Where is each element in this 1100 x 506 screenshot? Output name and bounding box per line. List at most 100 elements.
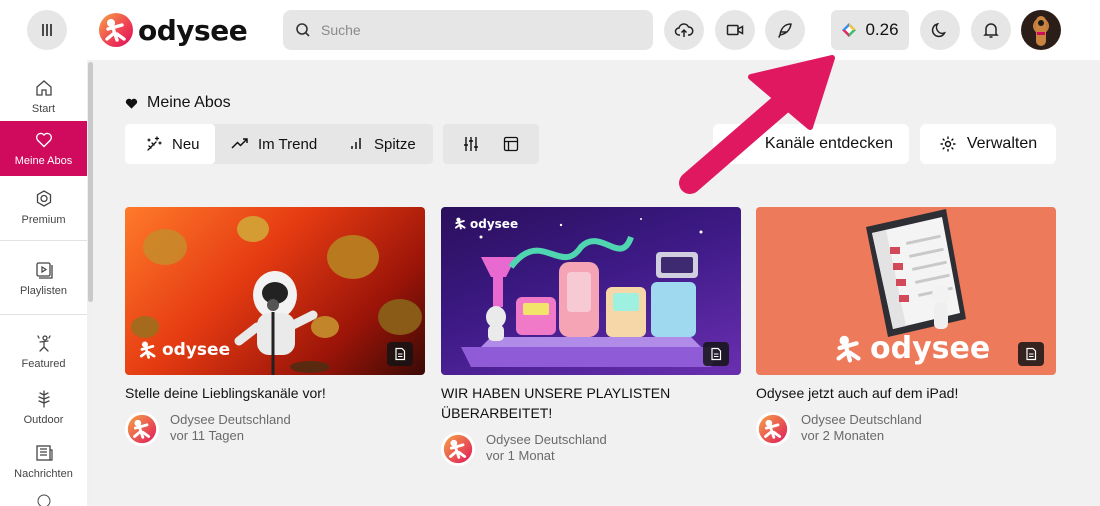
tab-label: Im Trend [258, 135, 318, 153]
odysee-mark-icon [836, 335, 861, 362]
newspaper-icon [35, 444, 53, 461]
globe-icon [37, 494, 50, 506]
thumbnail-logo-text: odysee [470, 216, 519, 231]
top-header: odysee 0.26 [0, 0, 1100, 60]
credits-icon [842, 23, 857, 37]
odysee-logo[interactable]: odysee [98, 11, 248, 49]
card-title[interactable]: Stelle deine Lieblingskanäle vor! [125, 383, 425, 403]
content-card: odysee WIR HABEN UNSERE PLAYLISTEN ÜBERA… [441, 207, 741, 466]
new-post-button[interactable] [765, 10, 805, 50]
card-thumbnail[interactable]: odysee [441, 207, 741, 375]
scrollbar-thumb[interactable] [88, 62, 93, 302]
thumbnail-odysee-logo: odysee [832, 331, 990, 366]
odysee-logo-icon [127, 414, 157, 444]
sidebar-divider [0, 240, 87, 241]
sidebar-item-label: Meine Abos [14, 155, 73, 167]
manage-button[interactable]: Verwalten [920, 124, 1056, 164]
sidebar-item-more[interactable] [0, 492, 87, 506]
page-title: Meine Abos [125, 94, 231, 112]
layout-toggle-button[interactable] [502, 135, 520, 153]
sidebar-item-start[interactable]: Start [0, 72, 87, 120]
sidebar-item-outdoor[interactable]: Outdoor [0, 382, 87, 432]
sidebar-scrollbar[interactable] [87, 60, 93, 506]
card-meta-text: Odysee Deutschland vor 2 Monaten [801, 412, 922, 444]
search-input[interactable] [321, 22, 641, 38]
card-meta: Odysee Deutschland vor 11 Tagen [125, 412, 425, 446]
document-icon [395, 347, 406, 361]
document-badge [387, 342, 413, 366]
card-thumbnail[interactable]: odysee [125, 207, 425, 375]
menu-button[interactable] [27, 10, 67, 50]
filter-button[interactable] [462, 135, 480, 153]
heart-icon [35, 132, 52, 148]
avatar-figure-icon [1036, 16, 1046, 46]
featured-icon [36, 334, 51, 352]
bar-chart-icon [351, 138, 361, 149]
thumbnail-logo-text: odysee [162, 340, 231, 360]
sidebar-item-nachrichten[interactable]: Nachrichten [0, 436, 87, 486]
sidebar-item-featured[interactable]: Featured [0, 326, 87, 376]
card-title[interactable]: Odysee jetzt auch auf dem iPad! [756, 383, 1056, 403]
theme-toggle-button[interactable] [920, 10, 960, 50]
notifications-button[interactable] [971, 10, 1011, 50]
sparkles-icon [147, 136, 162, 151]
premium-icon [36, 189, 51, 207]
channel-avatar[interactable] [441, 432, 475, 466]
document-icon [1026, 347, 1037, 361]
sidebar-item-premium[interactable]: Premium [0, 182, 87, 232]
sidebar-item-meine-abos[interactable]: Meine Abos [0, 121, 87, 176]
sidebar: Start Meine Abos Premium Playlisten Feat… [0, 60, 93, 506]
channel-name[interactable]: Odysee Deutschland [170, 412, 291, 428]
card-title[interactable]: WIR HABEN UNSERE PLAYLISTEN ÜBERARBEITET… [441, 383, 741, 423]
odysee-logo-icon [443, 434, 473, 464]
tab-spitze[interactable]: Spitze [333, 124, 433, 164]
manage-label: Verwalten [966, 135, 1038, 152]
wallet-balance-value: 0.26 [865, 20, 899, 39]
logo-text: odysee [138, 13, 248, 47]
feather-icon [778, 23, 792, 38]
odysee-logo-icon [758, 414, 788, 444]
channel-avatar[interactable] [756, 412, 790, 446]
upload-button[interactable] [664, 10, 704, 50]
odysee-mark-icon [139, 341, 156, 359]
playlist-icon [35, 261, 53, 279]
video-camera-icon [726, 24, 744, 36]
thumbnail-odysee-logo: odysee [453, 216, 518, 231]
go-live-button[interactable] [715, 10, 755, 50]
channel-name[interactable]: Odysee Deutschland [801, 412, 922, 428]
tab-im-trend[interactable]: Im Trend [215, 124, 333, 164]
thumbnail-illustration [461, 218, 721, 367]
gear-icon [940, 136, 956, 152]
menu-icon [42, 24, 52, 36]
content-card: odysee Stelle deine Lieblingskanäle vor!… [125, 207, 425, 446]
tab-label: Spitze [374, 135, 416, 153]
sidebar-item-label: Outdoor [23, 413, 64, 426]
user-avatar[interactable] [1021, 10, 1061, 50]
card-thumbnail[interactable]: odysee [756, 207, 1056, 375]
card-meta-text: Odysee Deutschland vor 1 Monat [486, 432, 607, 464]
thumbnail-odysee-logo: odysee [137, 339, 230, 361]
document-icon [711, 347, 722, 361]
channel-name[interactable]: Odysee Deutschland [486, 432, 607, 448]
channel-avatar[interactable] [125, 412, 159, 446]
tab-neu[interactable]: Neu [125, 124, 215, 164]
sidebar-item-playlisten[interactable]: Playlisten [0, 253, 87, 303]
moon-icon [931, 22, 947, 38]
home-icon [35, 79, 52, 96]
search-bar[interactable] [283, 10, 653, 50]
document-badge [1018, 342, 1044, 366]
sort-tabs: Neu Im Trend Spitze [125, 124, 433, 164]
wallet-balance-button[interactable]: 0.26 [831, 10, 909, 50]
discover-channels-button[interactable]: Kanäle entdecken [713, 124, 909, 164]
sidebar-item-label: Premium [21, 213, 66, 226]
sidebar-divider [0, 314, 87, 315]
publish-age: vor 1 Monat [486, 448, 555, 463]
cloud-upload-icon [674, 23, 694, 37]
sidebar-item-label: Start [31, 102, 56, 115]
sidebar-item-label: Playlisten [19, 284, 68, 297]
page-title-text: Meine Abos [147, 94, 231, 111]
odysee-mark-icon [454, 217, 466, 230]
tree-icon [37, 389, 50, 408]
thumbnail-logo-text: odysee [870, 331, 991, 366]
publish-age: vor 2 Monaten [801, 428, 885, 443]
